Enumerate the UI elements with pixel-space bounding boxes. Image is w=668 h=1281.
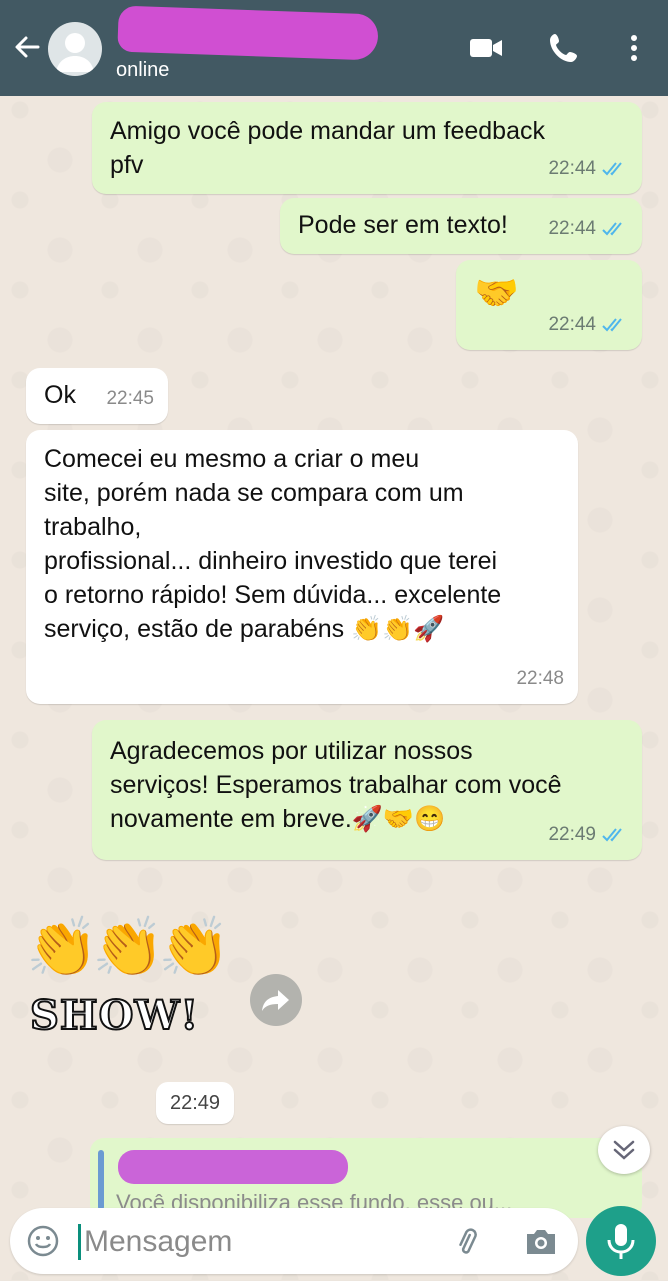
sticker-text: SHOW! <box>29 991 200 1040</box>
camera-icon[interactable] <box>522 1224 560 1260</box>
message-outgoing[interactable]: Pode ser em texto! 22:44 <box>280 198 642 254</box>
more-options-icon[interactable] <box>616 30 652 66</box>
message-time: 22:44 <box>548 218 596 239</box>
sticker-emoji: 👏👏👏 <box>26 915 231 980</box>
message-incoming[interactable]: Comecei eu mesmo a criar o meu site, por… <box>26 430 578 704</box>
forward-icon <box>262 990 289 1011</box>
redaction-scribble <box>117 5 379 61</box>
message-meta: 22:44 <box>548 212 628 246</box>
message-meta: 22:48 <box>516 662 564 696</box>
scroll-down-button[interactable] <box>598 1126 650 1174</box>
message-meta: 22:45 <box>106 382 154 416</box>
quote-bar <box>98 1150 104 1210</box>
double-check-icon <box>602 222 622 236</box>
message-text: Pode ser em texto! <box>298 211 508 239</box>
double-check-icon <box>602 162 622 176</box>
message-meta: 22:49 <box>548 818 628 852</box>
date-chip: 22:49 <box>156 1082 234 1124</box>
message-text: Ok <box>44 381 76 409</box>
message-meta: 22:44 <box>548 152 628 186</box>
double-chevron-down-icon <box>613 1140 635 1160</box>
double-check-icon <box>602 828 622 842</box>
message-outgoing-reply[interactable]: Você disponibiliza esse fundo, esse ou..… <box>90 1138 642 1218</box>
message-text: 🤝 <box>474 272 519 313</box>
message-outgoing[interactable]: 🤝 22:44 <box>456 260 642 350</box>
sticker-show[interactable]: 👏👏👏 SHOW! <box>26 912 231 1042</box>
text-cursor <box>78 1224 81 1260</box>
message-composer <box>10 1208 578 1274</box>
redaction-scribble <box>118 1150 348 1184</box>
avatar[interactable] <box>48 22 102 76</box>
message-meta: 22:44 <box>548 308 628 342</box>
double-check-icon <box>602 318 622 332</box>
message-incoming[interactable]: Ok 22:45 <box>26 368 168 424</box>
chat-header: online <box>0 0 668 96</box>
paperclip-icon[interactable] <box>450 1224 486 1260</box>
message-text: Amigo você pode mandar um feedback pfv <box>110 117 545 179</box>
message-time: 22:48 <box>516 668 564 689</box>
back-arrow-icon[interactable] <box>10 30 44 64</box>
video-call-icon[interactable] <box>468 30 504 66</box>
message-outgoing[interactable]: Agradecemos por utilizar nossos serviços… <box>92 720 642 860</box>
microphone-button[interactable] <box>586 1206 656 1276</box>
message-text: Comecei eu mesmo a criar o meu site, por… <box>44 445 502 643</box>
emoji-icon[interactable] <box>26 1224 60 1258</box>
message-time: 22:45 <box>106 388 154 409</box>
message-text: Agradecemos por utilizar nossos serviços… <box>110 737 562 833</box>
microphone-icon <box>607 1224 635 1259</box>
message-time: 22:49 <box>548 824 596 845</box>
contact-status: online <box>116 59 170 81</box>
phone-call-icon[interactable] <box>546 30 582 66</box>
message-input[interactable] <box>82 1218 426 1266</box>
forward-button[interactable] <box>250 974 302 1026</box>
message-outgoing[interactable]: Amigo você pode mandar um feedback pfv 2… <box>92 102 642 194</box>
message-time: 22:44 <box>548 158 596 179</box>
message-time: 22:44 <box>548 314 596 335</box>
